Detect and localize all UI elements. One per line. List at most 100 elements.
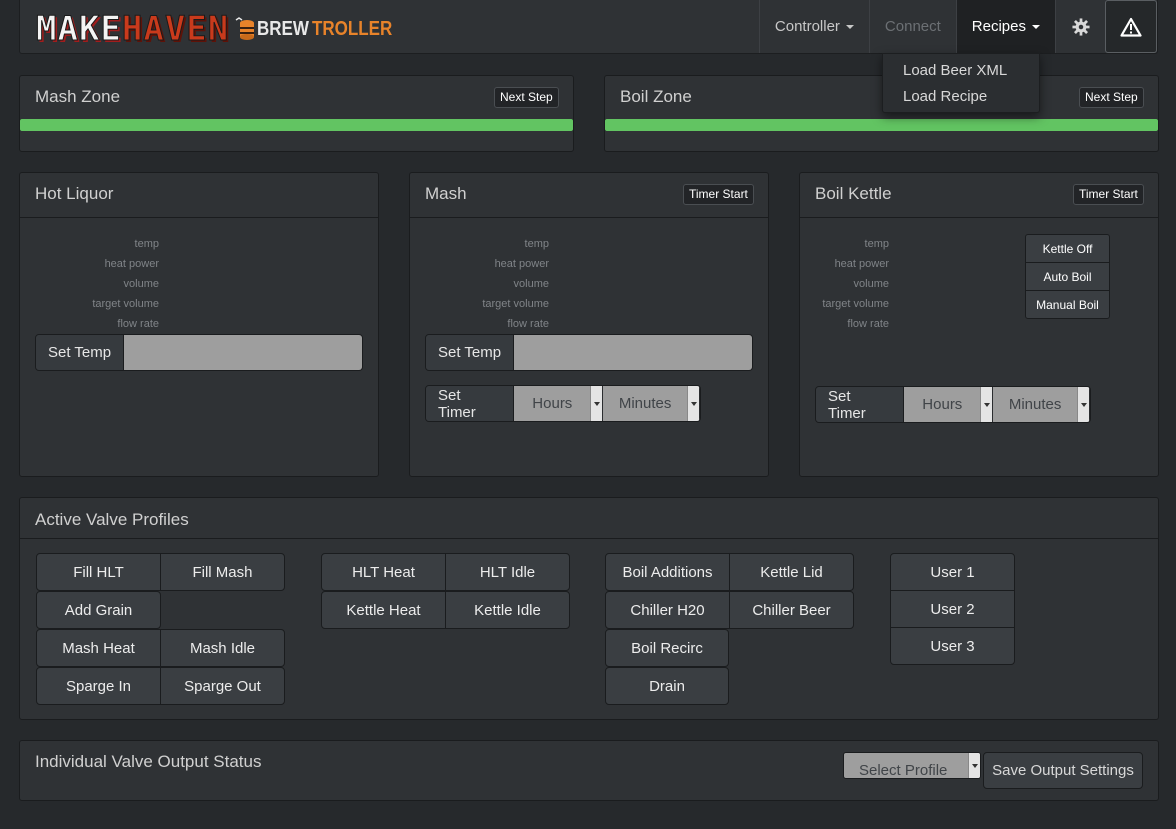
connect-link[interactable]: Connect	[868, 0, 956, 53]
sparge-out-button[interactable]: Sparge Out	[160, 667, 285, 705]
target-volume-label: target volume	[482, 298, 549, 310]
logo-haven-text: HAVEN	[121, 9, 230, 49]
manual-boil-button[interactable]: Manual Boil	[1025, 290, 1110, 319]
navbar: MAKE HAVEN BREW TROLLER Controller Connec…	[19, 0, 1158, 54]
drain-button[interactable]: Drain	[605, 667, 729, 705]
fill-hlt-button[interactable]: Fill HLT	[36, 553, 161, 591]
load-recipe-item[interactable]: Load Recipe	[883, 85, 1039, 111]
mash-set-timer-button[interactable]: Set Timer	[426, 386, 515, 421]
flow-rate-label: flow rate	[847, 318, 889, 330]
boil-minutes-select[interactable]: Minutes	[993, 387, 1090, 422]
controller-menu-label: Controller	[774, 18, 840, 35]
chiller-beer-button[interactable]: Chiller Beer	[729, 591, 854, 629]
panel-divider	[20, 538, 1158, 539]
kettle-idle-button[interactable]: Kettle Idle	[445, 591, 570, 629]
mash-set-temp-button[interactable]: Set Temp	[426, 335, 515, 370]
heat-power-label: heat power	[834, 258, 889, 270]
auto-boil-button[interactable]: Auto Boil	[1025, 262, 1110, 291]
hot-liquor-temp-input[interactable]	[124, 335, 362, 370]
boil-zone-title: Boil Zone	[620, 87, 692, 106]
mash-heat-button[interactable]: Mash Heat	[36, 629, 161, 667]
panel-divider	[20, 217, 378, 218]
kettle-lid-button[interactable]: Kettle Lid	[729, 553, 854, 591]
chevron-down-icon	[968, 753, 980, 778]
mash-next-step-button[interactable]: Next Step	[494, 87, 559, 108]
boil-hours-value: Hours	[922, 396, 963, 413]
mash-minutes-value: Minutes	[618, 395, 672, 412]
temp-label: temp	[864, 238, 889, 250]
hot-liquor-panel: Hot Liquor temp heat power volume target…	[19, 172, 379, 477]
heat-power-label: heat power	[104, 258, 159, 270]
hot-liquor-field-labels: temp heat power volume target volume flo…	[20, 238, 159, 338]
boil-zone-progress	[605, 119, 1158, 131]
mash-timer-start-button[interactable]: Timer Start	[683, 184, 754, 205]
fill-mash-button[interactable]: Fill Mash	[160, 553, 285, 591]
save-output-settings-button[interactable]: Save Output Settings	[983, 752, 1143, 789]
brand-logo[interactable]: MAKE HAVEN BREW TROLLER	[36, 9, 407, 49]
temp-label: temp	[134, 238, 159, 250]
panel-divider	[800, 217, 1158, 218]
select-profile-dropdown[interactable]: Select Profile	[843, 752, 981, 779]
chiller-h20-button[interactable]: Chiller H20	[605, 591, 730, 629]
recipes-menu-label: Recipes	[971, 18, 1026, 35]
panel-divider	[410, 217, 768, 218]
boil-next-step-button[interactable]: Next Step	[1079, 87, 1144, 108]
valve-profiles-panel: Active Valve Profiles Fill HLT Fill Mash…	[19, 497, 1159, 720]
chevron-down-icon	[1032, 24, 1040, 29]
controller-menu[interactable]: Controller	[758, 0, 869, 53]
chevron-down-icon	[687, 386, 699, 421]
volume-label: volume	[123, 278, 159, 290]
boil-set-timer-button[interactable]: Set Timer	[816, 387, 905, 422]
mash-hours-select[interactable]: Hours	[514, 386, 604, 421]
mash-idle-button[interactable]: Mash Idle	[160, 629, 285, 667]
user-2-button[interactable]: User 2	[890, 590, 1015, 628]
boil-kettle-panel: Boil Kettle Timer Start temp heat power …	[799, 172, 1159, 477]
connect-label: Connect	[884, 18, 941, 35]
kettle-heat-button[interactable]: Kettle Heat	[321, 591, 446, 629]
valve-profiles-title: Active Valve Profiles	[35, 510, 189, 529]
gear-icon	[1071, 17, 1090, 36]
alert-button[interactable]	[1105, 0, 1157, 53]
mash-zone-progress-fill	[20, 119, 573, 131]
hot-liquor-set-temp-button[interactable]: Set Temp	[36, 335, 125, 370]
chevron-down-icon	[980, 387, 993, 422]
hlt-idle-button[interactable]: HLT Idle	[445, 553, 570, 591]
brewtroller-logo: BREW TROLLER	[235, 17, 407, 41]
nav-menu: Controller Connect Recipes	[758, 0, 1157, 53]
recipes-menu[interactable]: Recipes	[955, 0, 1055, 53]
hlt-heat-button[interactable]: HLT Heat	[321, 553, 446, 591]
warning-icon	[1120, 17, 1142, 37]
mash-set-temp-group: Set Temp	[425, 334, 753, 371]
recipes-dropdown: Load Beer XML Load Recipe	[882, 53, 1040, 113]
select-profile-value: Select Profile	[859, 762, 948, 779]
heat-power-label: heat power	[494, 258, 549, 270]
boil-kettle-field-labels: temp heat power volume target volume flo…	[800, 238, 889, 338]
mash-field-labels: temp heat power volume target volume flo…	[410, 238, 549, 338]
mash-minutes-select[interactable]: Minutes	[603, 386, 700, 421]
sparge-in-button[interactable]: Sparge In	[36, 667, 161, 705]
mash-zone-title: Mash Zone	[35, 87, 121, 106]
chevron-down-icon	[590, 386, 603, 421]
boil-kettle-title: Boil Kettle	[815, 184, 892, 203]
boil-hours-select[interactable]: Hours	[904, 387, 994, 422]
user-1-button[interactable]: User 1	[890, 553, 1015, 591]
mash-temp-input[interactable]	[514, 335, 752, 370]
mash-zone-progress	[20, 119, 573, 131]
kettle-off-button[interactable]: Kettle Off	[1025, 234, 1110, 263]
mash-title: Mash	[425, 184, 467, 203]
settings-button[interactable]	[1055, 0, 1105, 53]
logo-brew-text: BREW	[257, 18, 310, 40]
volume-label: volume	[513, 278, 549, 290]
add-grain-button[interactable]: Add Grain	[36, 591, 161, 629]
kettle-mode-buttons: Kettle Off Auto Boil Manual Boil	[1025, 234, 1110, 319]
logo-troller-text: TROLLER	[312, 18, 393, 40]
boil-recirc-button[interactable]: Boil Recirc	[605, 629, 729, 667]
chevron-down-icon	[1077, 387, 1089, 422]
keg-icon	[235, 17, 255, 40]
load-beer-xml-item[interactable]: Load Beer XML	[883, 59, 1039, 85]
boil-additions-button[interactable]: Boil Additions	[605, 553, 730, 591]
logo-make-text: MAKE	[36, 9, 122, 49]
boil-timer-start-button[interactable]: Timer Start	[1073, 184, 1144, 205]
boil-zone-progress-fill	[605, 119, 1158, 131]
user-3-button[interactable]: User 3	[890, 627, 1015, 665]
